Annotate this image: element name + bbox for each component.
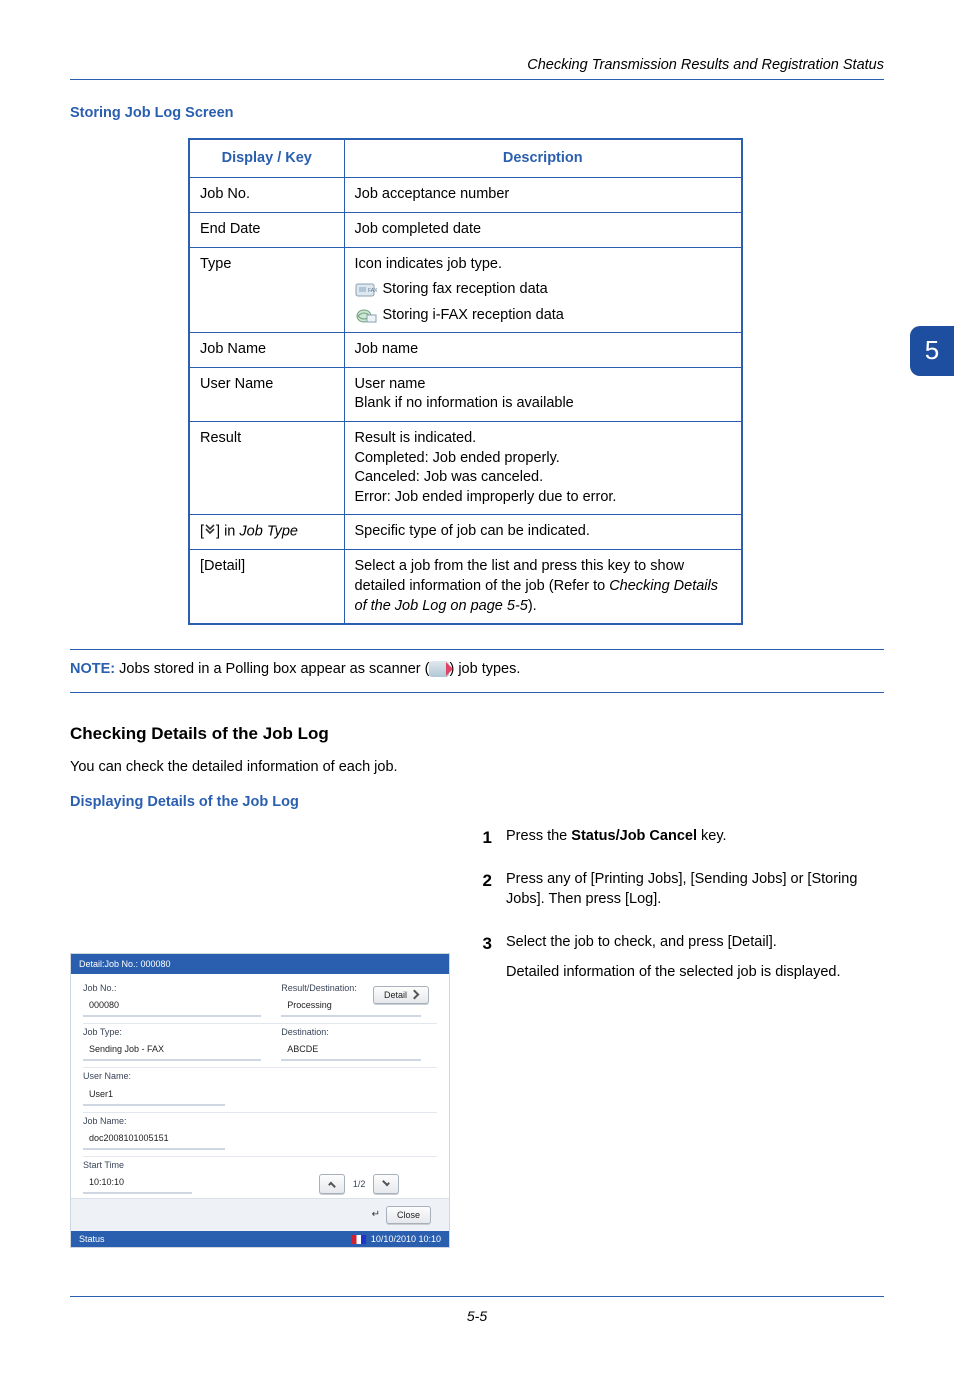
- dest-label: Destination:: [281, 1026, 437, 1038]
- page-up-button[interactable]: [319, 1174, 345, 1194]
- step-num: 1: [476, 827, 506, 857]
- statusbar-right: 10/10/2010 10:10: [352, 1233, 441, 1245]
- ifax-store-icon: [355, 307, 377, 325]
- cell-key: Job No.: [189, 178, 344, 213]
- cell-key: End Date: [189, 213, 344, 248]
- jobname-value: doc2008101005151: [83, 1129, 225, 1150]
- note-bottom-rule: [70, 692, 884, 693]
- cell-desc: User name Blank if no information is ava…: [344, 367, 742, 421]
- svg-text:FAX: FAX: [368, 288, 377, 294]
- footer-rule: [70, 1296, 884, 1297]
- th-description: Description: [344, 139, 742, 178]
- chevrons-down-icon: [204, 522, 216, 542]
- type-line3: Storing i-FAX reception data: [383, 306, 564, 326]
- th-display-key: Display / Key: [189, 139, 344, 178]
- flag-icon: [352, 1235, 366, 1244]
- jobtype-label: Job Type:: [83, 1026, 281, 1038]
- cell-key: Result: [189, 421, 344, 514]
- detail-dialog: Detail:Job No.: 000080 Detail Job No.: 0…: [70, 953, 450, 1249]
- result-value: Processing: [281, 996, 421, 1017]
- chevron-down-icon: [382, 1179, 390, 1187]
- page-number: 5-5: [70, 1307, 884, 1326]
- step-1: 1 Press the Status/Job Cancel key.: [476, 827, 884, 857]
- scanner-icon: [429, 661, 449, 677]
- jobname-label: Job Name:: [83, 1115, 437, 1127]
- note-top-rule: [70, 649, 884, 650]
- table-row: Result Result is indicated. Completed: J…: [189, 421, 742, 514]
- table-row: Type Icon indicates job type. FAX Storin…: [189, 247, 742, 333]
- close-button-label: Close: [397, 1210, 420, 1220]
- job-log-table: Display / Key Description Job No. Job ac…: [188, 138, 743, 625]
- cell-desc: Select a job from the list and press thi…: [344, 550, 742, 624]
- step-num: 3: [476, 933, 506, 992]
- step-3: 3 Select the job to check, and press [De…: [476, 933, 884, 992]
- starttime-value: 10:10:10: [83, 1173, 192, 1194]
- note-label: NOTE:: [70, 661, 115, 677]
- cell-desc: Icon indicates job type. FAX Storing fax…: [344, 247, 742, 333]
- cell-key: [Detail]: [189, 550, 344, 624]
- section-title-1: Storing Job Log Screen: [70, 104, 884, 124]
- cell-desc: Result is indicated. Completed: Job ende…: [344, 421, 742, 514]
- table-row: Job Name Job name: [189, 333, 742, 368]
- table-row: User Name User name Blank if no informat…: [189, 367, 742, 421]
- starttime-label: Start Time: [83, 1159, 281, 1171]
- table-row: End Date Job completed date: [189, 213, 742, 248]
- type-line2: Storing fax reception data: [383, 280, 548, 300]
- result-label: Result/Destination:: [281, 982, 437, 994]
- table-row: [Detail] Select a job from the list and …: [189, 550, 742, 624]
- step-2: 2 Press any of [Printing Jobs], [Sending…: [476, 870, 884, 919]
- table-row: [ ] in Job Type Specific type of job can…: [189, 515, 742, 550]
- section2-sub: Displaying Details of the Job Log: [70, 793, 884, 813]
- page-header: Checking Transmission Results and Regist…: [70, 56, 884, 76]
- table-row: Job No. Job acceptance number: [189, 178, 742, 213]
- note-line: NOTE: Jobs stored in a Polling box appea…: [70, 660, 884, 680]
- cell-key: User Name: [189, 367, 344, 421]
- jobno-label: Job No.:: [83, 982, 281, 994]
- type-line1: Icon indicates job type.: [355, 255, 732, 275]
- page-down-button[interactable]: [373, 1174, 399, 1194]
- close-button[interactable]: Close: [386, 1206, 431, 1224]
- chevron-up-icon: [328, 1182, 336, 1190]
- section-title-2: Checking Details of the Job Log: [70, 723, 884, 746]
- note-text-after: ) job types.: [449, 661, 520, 677]
- dest-value: ABCDE: [281, 1040, 421, 1061]
- header-rule: [70, 79, 884, 81]
- cell-key: Type: [189, 247, 344, 333]
- cell-key: [ ] in Job Type: [189, 515, 344, 550]
- jobno-value: 000080: [83, 996, 261, 1017]
- step-num: 2: [476, 870, 506, 919]
- cell-desc: Specific type of job can be indicated.: [344, 515, 742, 550]
- username-value: User1: [83, 1085, 225, 1106]
- cell-key: Job Name: [189, 333, 344, 368]
- username-label: User Name:: [83, 1070, 437, 1082]
- note-text-before: Jobs stored in a Polling box appear as s…: [115, 661, 429, 677]
- cell-desc: Job completed date: [344, 213, 742, 248]
- dialog-titlebar: Detail:Job No.: 000080: [71, 954, 449, 974]
- enter-icon: ↵: [372, 1209, 380, 1223]
- fax-store-icon: FAX: [355, 281, 377, 299]
- chapter-badge: 5: [910, 326, 954, 376]
- jobtype-value: Sending Job - FAX: [83, 1040, 261, 1061]
- cell-desc: Job name: [344, 333, 742, 368]
- cell-desc: Job acceptance number: [344, 178, 742, 213]
- statusbar-left: Status: [79, 1233, 105, 1245]
- page-indicator: 1/2: [353, 1178, 366, 1190]
- section2-intro: You can check the detailed information o…: [70, 758, 884, 778]
